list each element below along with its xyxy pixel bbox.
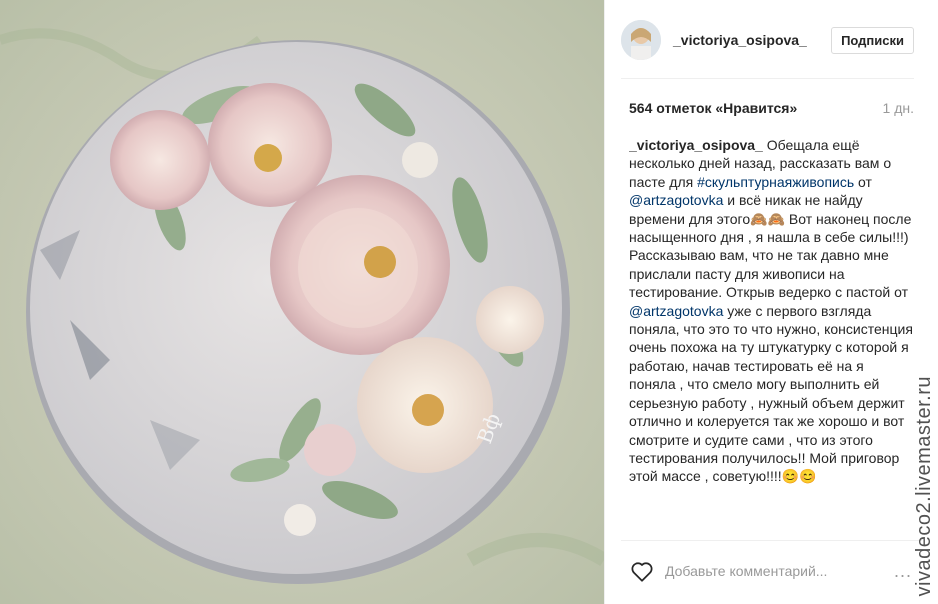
caption-text-2: от: [854, 173, 872, 190]
caption-text-5: Рассказываю вам, что не так давно мне пр…: [629, 247, 908, 301]
mention-link-2[interactable]: @artzagotovka: [629, 303, 723, 319]
heart-icon[interactable]: [629, 558, 655, 584]
likes-row: 564 отметок «Нравится» 1 дн.: [629, 100, 914, 116]
avatar[interactable]: [621, 20, 661, 60]
sculpted-peony-painting: Bф: [0, 0, 604, 604]
header-username[interactable]: _victoriya_osipova_: [673, 32, 831, 48]
caption-text-6: уже с первого взгляда поняла, что это то…: [629, 302, 913, 485]
following-button[interactable]: Подписки: [831, 26, 914, 54]
post-sidebar: _victoriya_osipova_ Подписки 564 отметок…: [604, 0, 938, 604]
caption-username[interactable]: _victoriya_osipova_: [629, 137, 763, 153]
post-header: _victoriya_osipova_ Подписки: [621, 16, 914, 79]
avatar-image: [621, 20, 661, 60]
comment-input[interactable]: Добавьте комментарий...: [665, 563, 894, 579]
comment-bar: Добавьте комментарий... ...: [621, 540, 922, 601]
post-time[interactable]: 1 дн.: [883, 100, 914, 116]
monkey-emoji: 🙈🙈: [750, 210, 786, 227]
smile-emoji: 😊😊: [781, 468, 817, 485]
post-photo[interactable]: Bф: [0, 0, 604, 604]
hashtag-link[interactable]: #скульптурнаяживопись: [697, 174, 854, 190]
instagram-post: Bф _victoriya_osipova_ Подписки 564 отме…: [0, 0, 938, 604]
mention-link-1[interactable]: @artzagotovka: [629, 192, 723, 208]
post-caption: _victoriya_osipova_ Обещала ещё нескольк…: [629, 136, 914, 534]
watermark: vivadeco2.livemaster.ru: [913, 375, 935, 596]
more-icon[interactable]: ...: [894, 561, 912, 582]
likes-count[interactable]: 564 отметок «Нравится»: [629, 100, 797, 116]
